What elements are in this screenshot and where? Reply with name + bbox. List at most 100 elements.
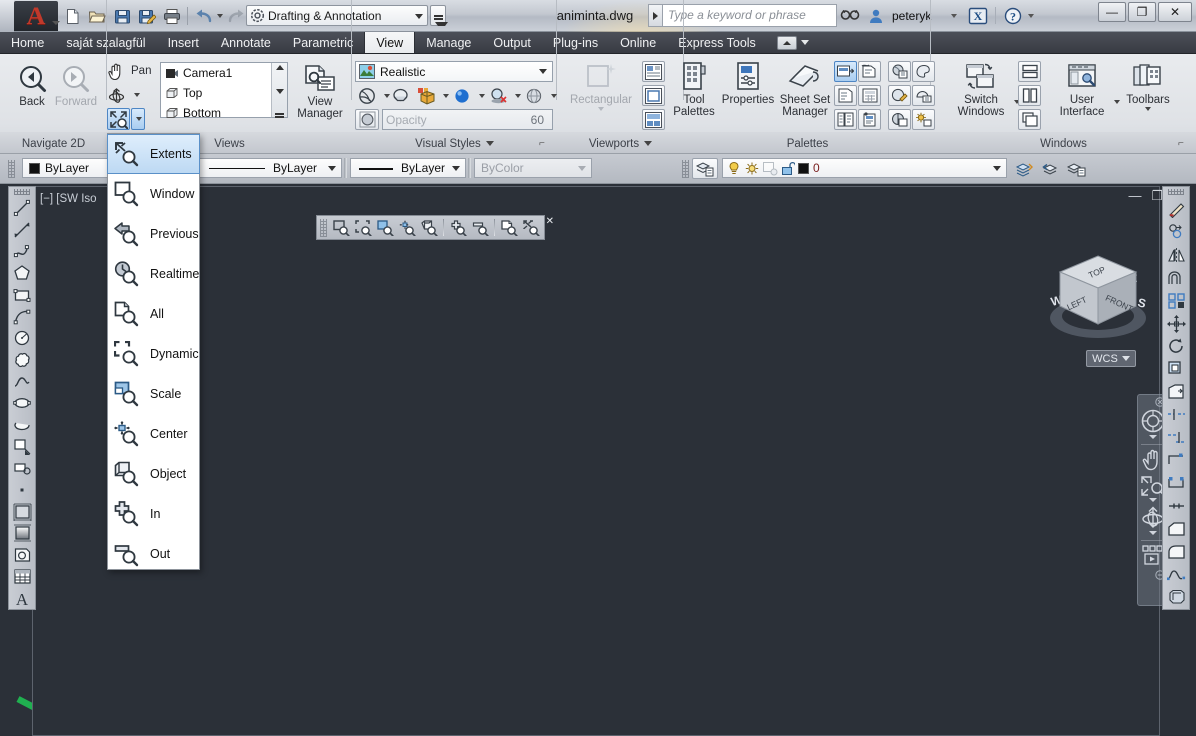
menu-item-scale[interactable]: Scale: [108, 374, 199, 414]
color-caret-icon[interactable]: [479, 93, 485, 98]
layer-thaw-icon[interactable]: [744, 161, 760, 176]
zoom-out-icon[interactable]: [469, 217, 491, 238]
list-item[interactable]: Camera1: [161, 63, 287, 83]
zoom-split-button[interactable]: [107, 108, 145, 130]
fillet-icon[interactable]: [1164, 540, 1188, 563]
zoom-window-icon[interactable]: [330, 217, 352, 238]
user-interface-button[interactable]: User Interface: [1050, 60, 1114, 118]
lineweight-control[interactable]: ByLayer: [350, 158, 466, 178]
viewport-config-button[interactable]: Rectangular: [566, 60, 636, 111]
stretch-icon[interactable]: [1164, 381, 1188, 404]
orbit-caret-icon[interactable]: [134, 93, 140, 97]
materials-caret-icon[interactable]: [443, 93, 449, 98]
list-item[interactable]: Bottom: [161, 103, 287, 123]
steering-wheel-caret-icon[interactable]: [1149, 435, 1157, 439]
scroll-end-icon[interactable]: [275, 113, 284, 115]
viewports-panel-caret-icon[interactable]: [644, 141, 653, 146]
menu-item-center[interactable]: Center: [108, 414, 199, 454]
zoom-extents-icon[interactable]: [520, 217, 542, 238]
polygon-icon[interactable]: [10, 263, 34, 285]
vs-shadows-button[interactable]: [486, 85, 526, 106]
vs-material-button[interactable]: [414, 85, 454, 106]
layer-properties-button[interactable]: [692, 158, 718, 179]
toolbars-button[interactable]: Toolbars: [1120, 60, 1176, 111]
named-viewports-button[interactable]: [642, 61, 665, 82]
menu-item-object[interactable]: Object: [108, 454, 199, 494]
markup-set-button[interactable]: [858, 61, 881, 82]
viewport-label[interactable]: [−] [SW Iso: [40, 193, 97, 205]
draw-toolbar-grip[interactable]: [14, 189, 30, 195]
explode-icon[interactable]: [1164, 586, 1188, 609]
visual-styles-panel-caret-icon[interactable]: [485, 141, 494, 146]
menu-item-out[interactable]: Out: [108, 534, 199, 574]
named-views-scrollbar[interactable]: [271, 63, 287, 117]
pan-button[interactable]: Pan: [104, 60, 151, 82]
named-views-list[interactable]: Camera1 Top Bottom: [160, 62, 288, 120]
scroll-down-icon[interactable]: [275, 89, 284, 94]
menu-item-extents[interactable]: Extents: [107, 134, 200, 174]
layer-unlock-icon[interactable]: [780, 161, 795, 176]
join-viewports-button[interactable]: [642, 85, 665, 106]
layer-states-button[interactable]: [1064, 158, 1088, 179]
rotate-icon[interactable]: [1164, 335, 1188, 358]
erase-icon[interactable]: [1164, 198, 1188, 221]
blend-icon[interactable]: [1164, 563, 1188, 586]
array-icon[interactable]: [1164, 289, 1188, 312]
layer-control[interactable]: 0: [722, 158, 1007, 178]
advanced-render-button[interactable]: [888, 109, 911, 130]
chamfer-icon[interactable]: [1164, 518, 1188, 541]
scroll-up-icon[interactable]: [275, 65, 284, 70]
trim-icon[interactable]: [1164, 403, 1188, 426]
zoom-center-icon[interactable]: [396, 217, 418, 238]
menu-item-window[interactable]: Window: [108, 174, 199, 214]
visual-styles-dialog-launcher[interactable]: ⌐: [539, 138, 545, 149]
menu-item-dynamic[interactable]: Dynamic: [108, 334, 199, 374]
view-manager-button[interactable]: View Manager: [291, 62, 349, 120]
menu-item-realtime[interactable]: Realtime: [108, 254, 199, 294]
zoom-in-icon[interactable]: [447, 217, 469, 238]
zoom-dropdown-caret-icon[interactable]: [131, 108, 145, 130]
layers-toolbar-grip[interactable]: [682, 160, 689, 178]
windows-dialog-launcher[interactable]: ⌐: [1178, 138, 1184, 149]
external-references-button[interactable]: [834, 109, 857, 130]
zoom-toolbar-grip[interactable]: [320, 218, 327, 237]
nav-orbit-caret-icon[interactable]: [1149, 531, 1157, 535]
xray-caret-icon[interactable]: [551, 93, 557, 98]
vs-lighting-button[interactable]: [388, 85, 412, 106]
properties-button[interactable]: Properties: [720, 60, 776, 106]
layer-caret-icon[interactable]: [993, 165, 1001, 171]
text-icon[interactable]: A: [10, 587, 34, 609]
wcs-caret-icon[interactable]: [1121, 356, 1130, 361]
content-explorer-button[interactable]: [858, 109, 881, 130]
materials-browser-button[interactable]: [888, 85, 911, 106]
viewport-minimize-button[interactable]: —: [1128, 189, 1141, 202]
plotstyle-caret-icon[interactable]: [578, 165, 586, 171]
extend-icon[interactable]: [1164, 426, 1188, 449]
table-icon[interactable]: [10, 566, 34, 588]
linetype-caret-icon[interactable]: [328, 165, 336, 171]
sheet-set-manager-button[interactable]: Sheet Set Manager: [776, 60, 834, 118]
menu-item-previous[interactable]: Previous: [108, 214, 199, 254]
visual-style-selector[interactable]: Realistic: [355, 61, 553, 82]
circle-icon[interactable]: [10, 328, 34, 350]
restore-viewports-button[interactable]: [642, 109, 665, 130]
menu-item-all[interactable]: All: [108, 294, 199, 334]
rectangle-icon[interactable]: [10, 284, 34, 306]
copy-icon[interactable]: [1164, 221, 1188, 244]
layer-on-icon[interactable]: [726, 161, 742, 176]
nav-zoom-caret-icon[interactable]: [1149, 498, 1157, 502]
layer-vp-freeze-icon[interactable]: [762, 161, 778, 176]
tile-horizontally-button[interactable]: [1018, 61, 1041, 82]
ellipse-arc-icon[interactable]: [10, 414, 34, 436]
gradient-icon[interactable]: [10, 522, 34, 544]
move-icon[interactable]: [1164, 312, 1188, 335]
revcloud-icon[interactable]: [10, 349, 34, 371]
arc-icon[interactable]: [10, 306, 34, 328]
layer-previous-button[interactable]: [1038, 158, 1062, 179]
viewcube[interactable]: W S N E TOP LEFT FRONT: [1042, 248, 1154, 360]
properties-toolbar-grip[interactable]: [8, 160, 15, 178]
visual-style-caret-icon[interactable]: [539, 69, 547, 74]
vs-color-button[interactable]: [450, 85, 490, 106]
linetype-control[interactable]: ByLayer: [180, 158, 342, 178]
orbit-button[interactable]: [104, 84, 140, 106]
